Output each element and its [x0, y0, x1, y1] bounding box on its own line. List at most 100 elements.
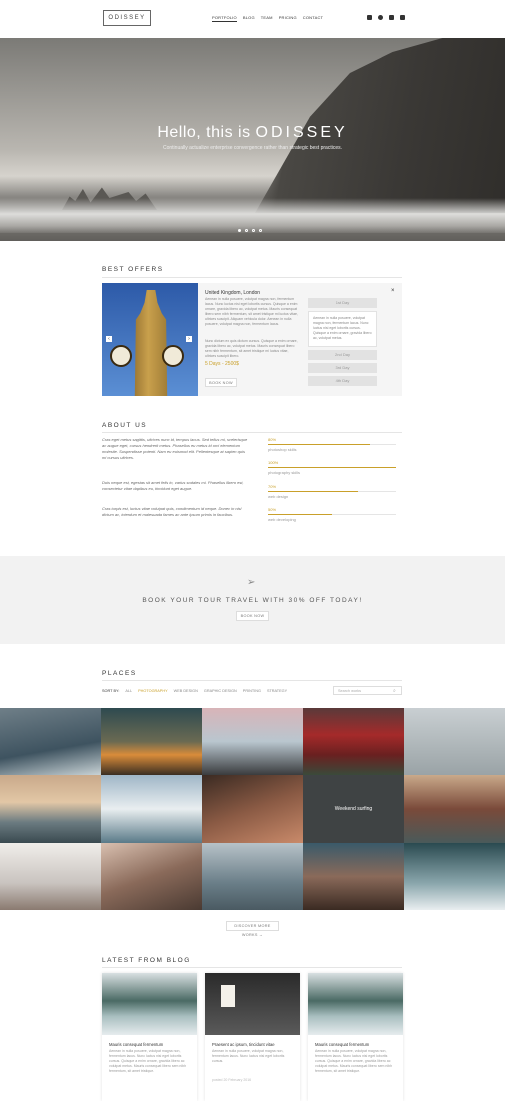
skill-label: web design: [268, 494, 289, 499]
skill-percent: 80%: [268, 437, 277, 442]
skill-fill: [268, 444, 371, 445]
blog-post-card[interactable]: Mauris consequat fermentum Aenean in nul…: [308, 973, 403, 1101]
post-excerpt: Aenean in nulla posuere, volutpat magna …: [212, 1049, 285, 1063]
skill-percent: 70%: [268, 484, 277, 489]
skill-track: [268, 444, 396, 445]
linkedin-icon[interactable]: [389, 15, 394, 20]
filter-graphic-design[interactable]: GRAPHIC DESIGN: [204, 689, 237, 693]
portfolio-tile[interactable]: [0, 842, 101, 910]
portfolio-tile[interactable]: [303, 842, 404, 910]
post-excerpt: Aenean in nulla posuere, volutpat magna …: [315, 1049, 393, 1073]
filter-all[interactable]: ALL: [125, 689, 132, 693]
slider-dots: [238, 229, 262, 232]
post-excerpt: Aenean in nulla posuere, volutpat magna …: [109, 1049, 187, 1073]
clock-face: [162, 345, 184, 367]
twitter-icon[interactable]: [400, 15, 405, 20]
portfolio-tile-hover[interactable]: Weekend surfing: [303, 775, 404, 843]
filter-photography[interactable]: PHOTOGRAPHY: [138, 689, 167, 693]
portfolio-tile[interactable]: [404, 775, 505, 843]
hero-title-prefix: Hello, this is: [157, 124, 251, 141]
slider-dot[interactable]: [252, 229, 255, 232]
promo-title: BOOK YOUR TOUR TRAVEL WITH 30% OFF TODAY…: [142, 597, 363, 604]
post-title[interactable]: Mauris consequat fermentum: [102, 1035, 197, 1049]
post-title[interactable]: Mauris consequat fermentum: [308, 1035, 403, 1049]
skill-fill: [268, 491, 358, 492]
book-now-button[interactable]: BOOK NOW: [205, 378, 237, 387]
filter-printing[interactable]: PRINTING: [243, 689, 261, 693]
main-nav: PORTFOLIO BLOG TEAM PRICING CONTACT: [212, 15, 323, 22]
paper-plane-icon: ➢: [247, 577, 256, 588]
portfolio-tile[interactable]: [404, 842, 505, 910]
portfolio-tile[interactable]: [0, 775, 101, 843]
nav-contact[interactable]: CONTACT: [303, 15, 323, 22]
search-input[interactable]: Search works: [333, 686, 402, 695]
nav-pricing[interactable]: PRICING: [279, 15, 297, 22]
nav-blog[interactable]: BLOG: [243, 15, 255, 22]
skill-track: [268, 491, 396, 492]
tile-caption: Weekend surfing: [334, 805, 373, 812]
dribbble-icon[interactable]: [378, 15, 383, 20]
portfolio-tile[interactable]: [404, 708, 505, 776]
skill-track: [268, 467, 396, 468]
offer-text-2: Nunc dictum ex quis dictum cursus. Quisq…: [205, 339, 298, 358]
nav-portfolio[interactable]: PORTFOLIO: [212, 15, 237, 22]
portfolio-tile[interactable]: [202, 708, 303, 776]
promo-book-button[interactable]: BOOK NOW: [236, 611, 269, 621]
hero-beach: [0, 233, 505, 241]
post-title[interactable]: Praesent ac ipsum, tincidunt vitae: [205, 1035, 300, 1049]
portfolio-tile[interactable]: [0, 708, 101, 776]
hero-waves: [0, 198, 505, 238]
portfolio-tile[interactable]: [101, 775, 202, 843]
logo[interactable]: ODISSEY: [103, 10, 151, 26]
skill-fill: [268, 514, 332, 515]
hero-title: Hello, this is ODISSEY: [0, 124, 505, 142]
filter-strategy[interactable]: STRATEGY: [267, 689, 287, 693]
post-meta: posted 20 February 2016: [212, 1078, 252, 1082]
instagram-icon[interactable]: [367, 15, 372, 20]
post-image: [102, 973, 197, 1035]
portfolio-tile[interactable]: [303, 708, 404, 776]
skill-bar: 100% photography skills: [268, 460, 396, 475]
divider: [102, 680, 402, 681]
about-paragraph: Cras eget metus sagittis, ultrices nunc …: [102, 437, 248, 460]
close-icon[interactable]: ×: [391, 288, 395, 294]
offer-price: 5 Days - 2500$: [205, 361, 239, 367]
slider-dot[interactable]: [238, 229, 241, 232]
skill-fill: [268, 467, 396, 468]
day-tab[interactable]: 4th Day: [308, 376, 377, 386]
prev-arrow-icon[interactable]: ‹: [106, 336, 112, 342]
divider: [102, 967, 402, 968]
blog-title: LATEST FROM BLOG: [102, 957, 191, 964]
blog-post-card[interactable]: Mauris consequat fermentum Aenean in nul…: [102, 973, 197, 1101]
about-paragraph: Duis neque est, egestas sit amet felis i…: [102, 480, 244, 491]
clock-face: [110, 345, 132, 367]
slider-dot[interactable]: [259, 229, 262, 232]
offers-title: BEST OFFERS: [102, 266, 164, 273]
portfolio-tile[interactable]: [202, 775, 303, 843]
next-arrow-icon[interactable]: ›: [186, 336, 192, 342]
portfolio-tile[interactable]: [101, 842, 202, 910]
skill-bar: 50% web developing: [268, 507, 396, 522]
social-links: [367, 15, 405, 20]
hero-title-brand: ODISSEY: [255, 124, 348, 141]
portfolio-tile[interactable]: [101, 708, 202, 776]
blog-post-card[interactable]: Praesent ac ipsum, tincidunt vitae Aenea…: [205, 973, 300, 1101]
offer-location: United Kingdom, London: [205, 290, 261, 296]
places-title: PLACES: [102, 670, 137, 677]
hero-subtitle: Continually actualize enterprise converg…: [163, 145, 342, 151]
portfolio-tile[interactable]: [202, 842, 303, 910]
day-tab[interactable]: 3rd Day: [308, 363, 377, 373]
skill-label: web developing: [268, 517, 296, 522]
nav-team[interactable]: TEAM: [261, 15, 273, 22]
divider: [102, 277, 402, 278]
filter-web-design[interactable]: WEB DESIGN: [174, 689, 198, 693]
slider-dot[interactable]: [245, 229, 248, 232]
skill-percent: 50%: [268, 507, 277, 512]
lantern-shape: [221, 985, 235, 1007]
day-tab[interactable]: 2nd Day: [308, 350, 377, 360]
discover-more-button[interactable]: DISCOVER MORE WORKS →: [226, 921, 279, 937]
search-icon[interactable]: ⌕: [393, 688, 396, 694]
sort-label: SORT BY:: [102, 689, 120, 693]
day-tab[interactable]: 1st Day: [308, 298, 377, 308]
about-paragraph: Cras turpis est, luctus vitae volutpat q…: [102, 506, 242, 517]
